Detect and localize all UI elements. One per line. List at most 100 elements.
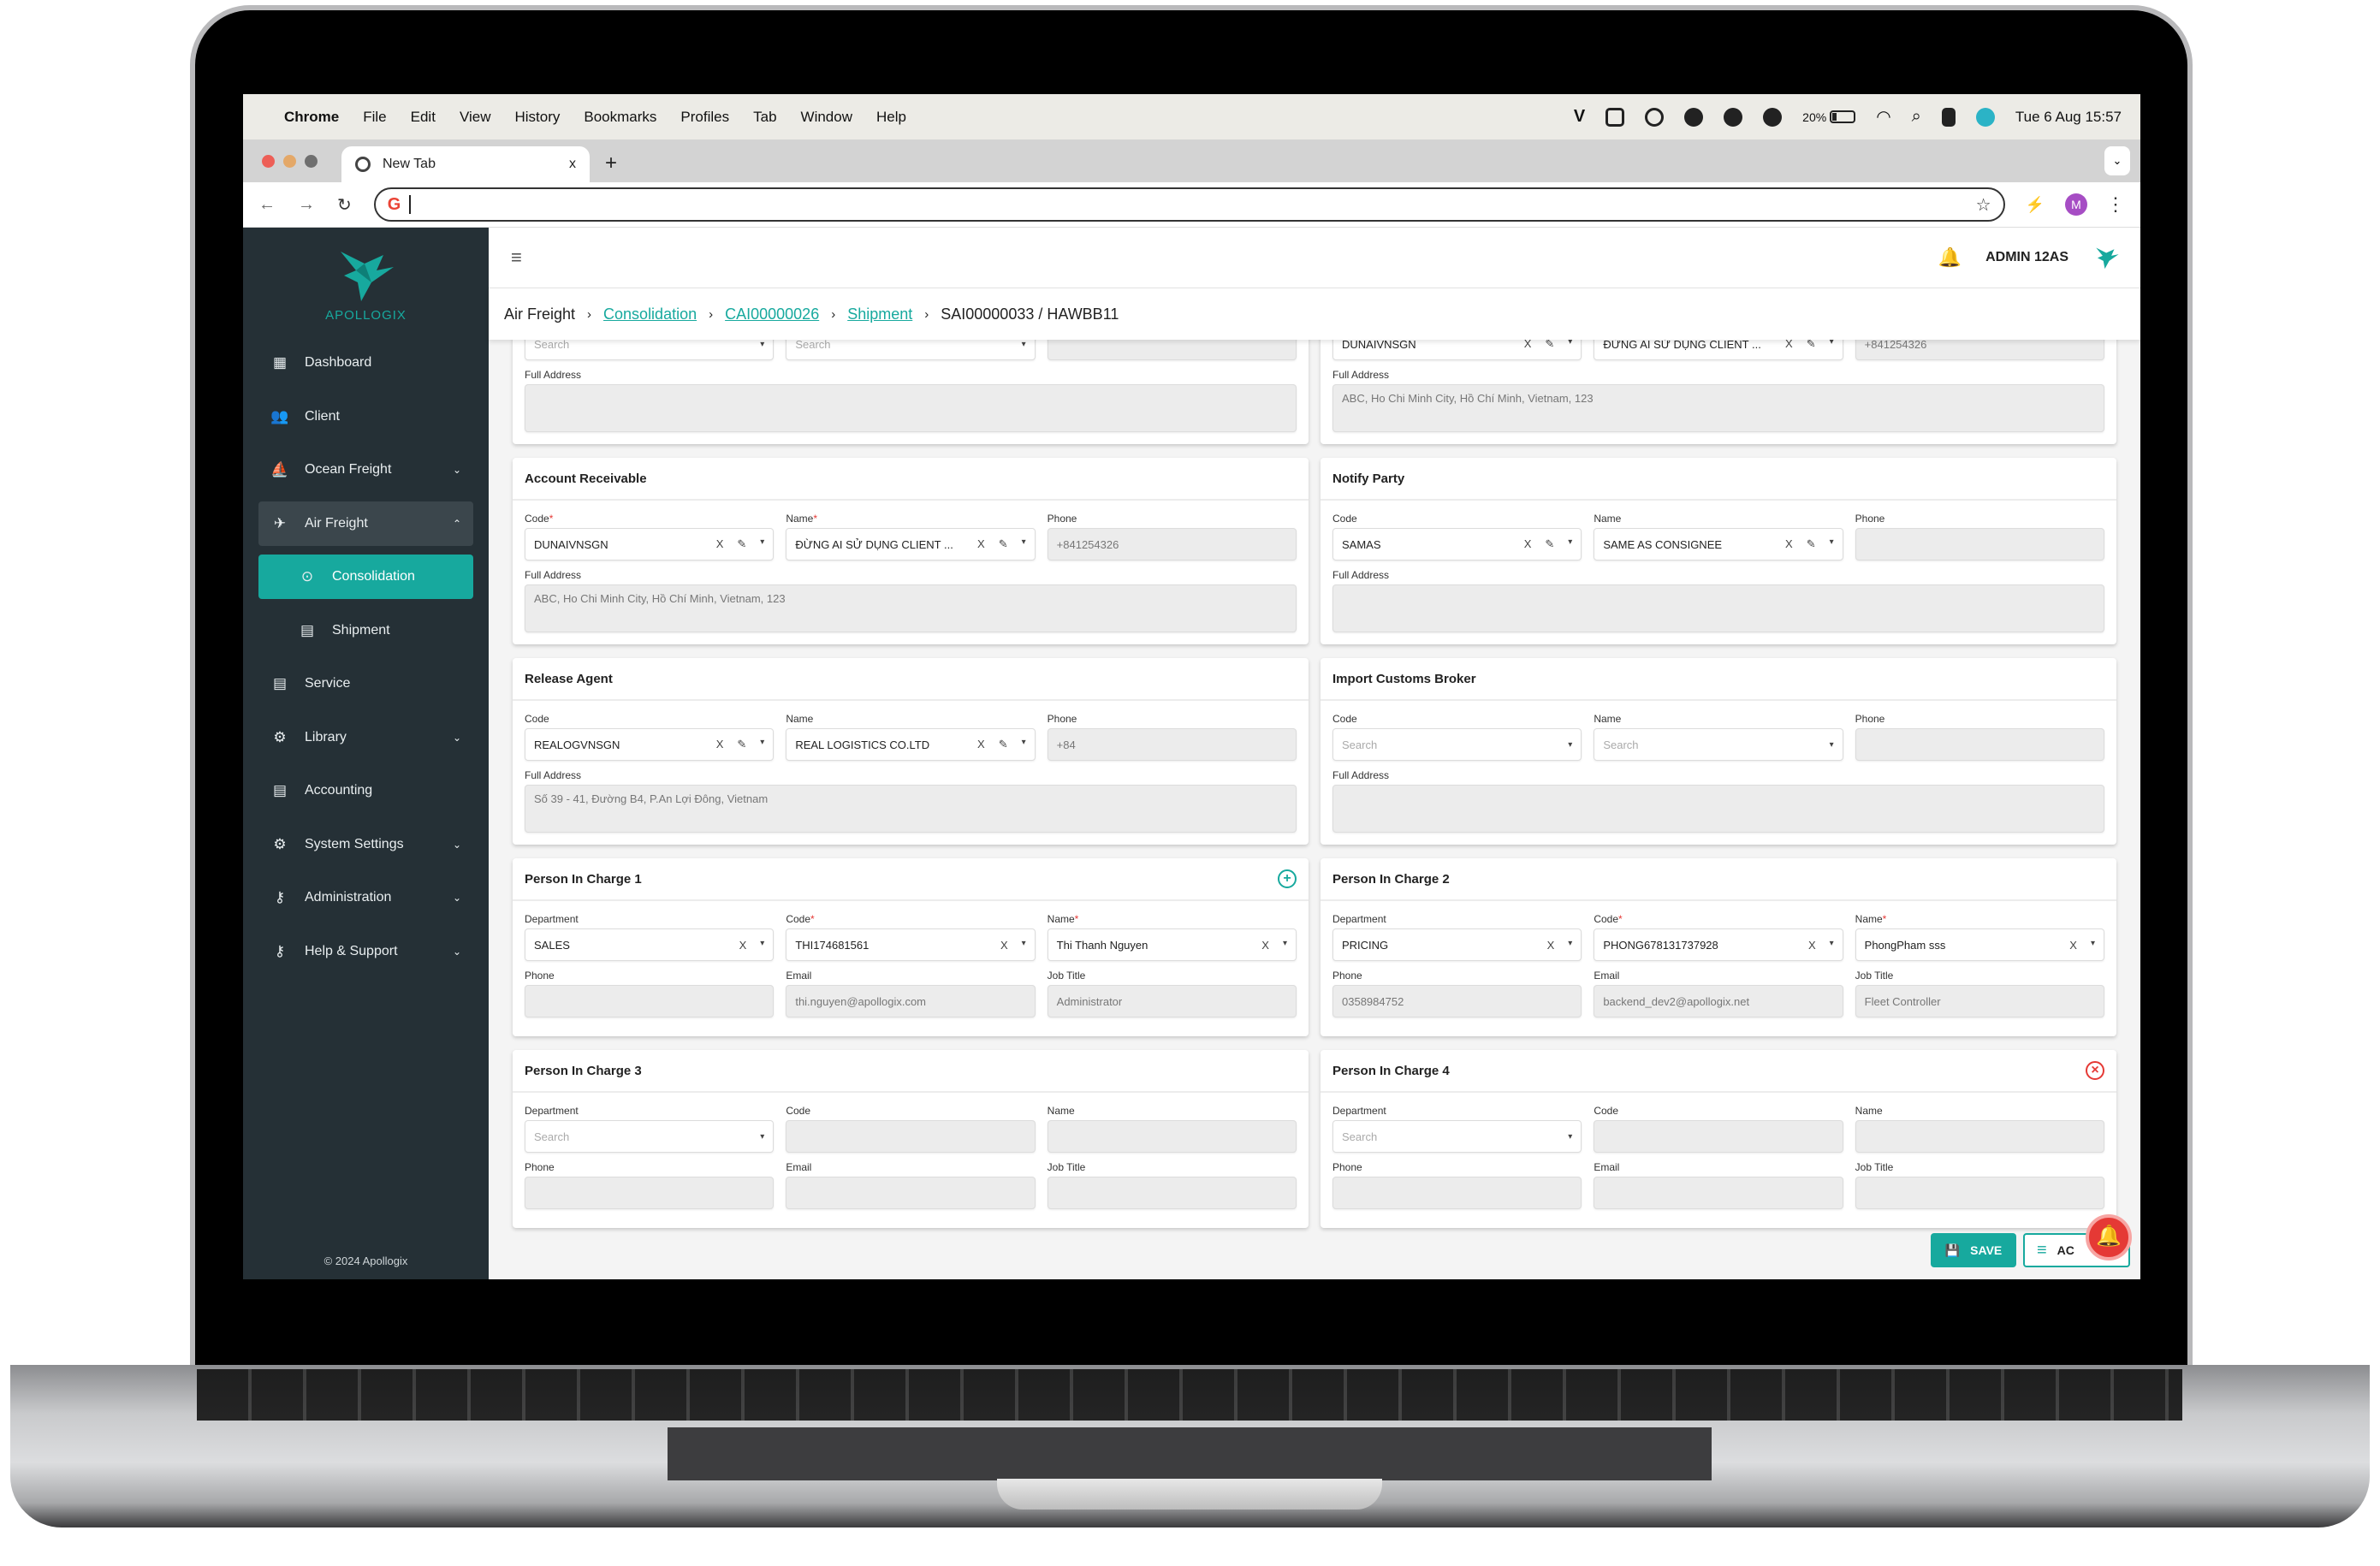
- clear-icon[interactable]: X: [1808, 939, 1816, 952]
- dropdown-icon[interactable]: ▾: [1022, 939, 1026, 952]
- add-circle-icon[interactable]: +: [1278, 869, 1297, 888]
- extension-icon[interactable]: ⚡: [2026, 196, 2045, 214]
- edit-pencil-icon[interactable]: ✎: [1807, 340, 1816, 351]
- email-field[interactable]: backend_dev2@apollogix.net: [1594, 985, 1843, 1017]
- remove-circle-icon[interactable]: ×: [2086, 1061, 2104, 1080]
- clear-icon[interactable]: X: [1785, 537, 1793, 551]
- menu-chrome[interactable]: Chrome: [284, 109, 339, 126]
- control-center-icon[interactable]: [1941, 107, 1956, 127]
- zoom-window-button[interactable]: [305, 154, 318, 168]
- email-field[interactable]: thi.nguyen@apollogix.com: [786, 985, 1036, 1017]
- sidebar-item-air-freight[interactable]: ✈ Air Freight ⌃: [258, 501, 473, 546]
- code-select[interactable]: Search ▾: [525, 340, 775, 360]
- code-select[interactable]: PHONG678131737928 X ▾: [1594, 928, 1843, 961]
- name-field[interactable]: [1047, 1120, 1297, 1153]
- save-button[interactable]: 💾 SAVE: [1931, 1233, 2016, 1267]
- phone-field[interactable]: [1855, 728, 2104, 761]
- sidebar-item-shipment[interactable]: ▤ Shipment: [258, 608, 473, 653]
- phone-field[interactable]: [1855, 528, 2104, 561]
- dropdown-icon[interactable]: ▾: [760, 738, 764, 751]
- email-field[interactable]: [1594, 1177, 1843, 1209]
- clear-icon[interactable]: X: [1524, 340, 1532, 351]
- reload-icon[interactable]: ↻: [337, 194, 352, 216]
- clear-icon[interactable]: X: [977, 537, 985, 551]
- edit-pencil-icon[interactable]: ✎: [999, 738, 1008, 751]
- teamviewer-icon[interactable]: [1605, 107, 1625, 127]
- sidebar-item-client[interactable]: 👥 Client: [258, 394, 473, 439]
- browser-menu-icon[interactable]: ⋮: [2106, 193, 2125, 216]
- edit-pencil-icon[interactable]: ✎: [999, 537, 1008, 551]
- phone-field[interactable]: [525, 1177, 775, 1209]
- edit-pencil-icon[interactable]: ✎: [737, 738, 746, 751]
- hamburger-menu-icon[interactable]: ≡: [511, 246, 522, 269]
- job-title-field[interactable]: Administrator: [1047, 985, 1297, 1017]
- dropdown-icon[interactable]: ▾: [1830, 340, 1834, 351]
- name-select[interactable]: ĐỪNG AI SỬ DỤNG CLIENT ... X ✎ ▾: [786, 528, 1036, 561]
- dropdown-icon[interactable]: ▾: [1568, 340, 1572, 351]
- viber-icon[interactable]: [1684, 107, 1704, 127]
- creative-cloud-icon[interactable]: [1645, 107, 1665, 127]
- close-window-button[interactable]: [262, 154, 275, 168]
- dropdown-icon[interactable]: ▾: [2091, 939, 2095, 952]
- clear-icon[interactable]: X: [1261, 939, 1269, 952]
- menu-window[interactable]: Window: [801, 109, 852, 126]
- full-address-field[interactable]: ABC, Ho Chi Minh City, Hồ Chí Minh, Viet…: [525, 584, 1297, 632]
- dropdown-icon[interactable]: ▾: [760, 1132, 764, 1142]
- edit-pencil-icon[interactable]: ✎: [1545, 340, 1554, 351]
- code-field[interactable]: [1594, 1120, 1843, 1153]
- clear-icon[interactable]: X: [1524, 537, 1532, 551]
- full-address-field[interactable]: [525, 384, 1297, 432]
- name-select[interactable]: SAME AS CONSIGNEE X ✎ ▾: [1594, 528, 1843, 561]
- dropdown-icon[interactable]: ▾: [1283, 939, 1287, 952]
- minimize-window-button[interactable]: [283, 154, 296, 168]
- vivaldi-v-icon[interactable]: V: [1574, 107, 1585, 127]
- phone-field[interactable]: [1047, 340, 1297, 360]
- notification-bell-icon[interactable]: 🔔: [1938, 246, 1962, 269]
- phone-field[interactable]: +841254326: [1855, 340, 2104, 360]
- code-select[interactable]: DUNAIVNSGN X ✎ ▾: [1332, 340, 1582, 360]
- name-select[interactable]: Thi Thanh Nguyen X ▾: [1047, 928, 1297, 961]
- grammarly-icon[interactable]: [1724, 107, 1743, 127]
- breadcrumb-link-shipment[interactable]: Shipment: [847, 305, 912, 323]
- dropdown-icon[interactable]: ▾: [1568, 740, 1572, 750]
- breadcrumb-link-consolidation-id[interactable]: CAI00000026: [725, 305, 819, 323]
- menu-tab[interactable]: Tab: [753, 109, 776, 126]
- department-select[interactable]: Search ▾: [1332, 1120, 1582, 1153]
- dropdown-icon[interactable]: ▾: [1568, 537, 1572, 551]
- clear-icon[interactable]: X: [1000, 939, 1008, 952]
- sidebar-item-library[interactable]: ⚙ Library ⌄: [258, 715, 473, 760]
- menu-history[interactable]: History: [514, 109, 560, 126]
- menu-help[interactable]: Help: [876, 109, 906, 126]
- name-select[interactable]: Search ▾: [1594, 728, 1843, 761]
- clear-icon[interactable]: X: [716, 738, 724, 751]
- menubar-datetime[interactable]: Tue 6 Aug 15:57: [2015, 109, 2122, 126]
- code-select[interactable]: SAMAS X ✎ ▾: [1332, 528, 1582, 561]
- user-avatar-logo-icon[interactable]: [2092, 242, 2122, 273]
- profile-avatar[interactable]: M: [2065, 193, 2087, 216]
- edit-pencil-icon[interactable]: ✎: [737, 537, 746, 551]
- notification-fab-bell-icon[interactable]: 🔔: [2086, 1214, 2132, 1261]
- edit-pencil-icon[interactable]: ✎: [1545, 537, 1554, 551]
- email-field[interactable]: [786, 1177, 1036, 1209]
- dropdown-icon[interactable]: ▾: [1022, 340, 1026, 349]
- dropdown-icon[interactable]: ▾: [1568, 1132, 1572, 1142]
- spotlight-search-icon[interactable]: ⌕: [1912, 107, 1921, 127]
- dropdown-icon[interactable]: ▾: [1022, 738, 1026, 751]
- clear-icon[interactable]: X: [716, 537, 724, 551]
- clear-icon[interactable]: X: [2069, 939, 2077, 952]
- menu-profiles[interactable]: Profiles: [680, 109, 729, 126]
- full-address-field[interactable]: Số 39 - 41, Đường B4, P.An Lợi Đông, Vie…: [525, 785, 1297, 833]
- tasks-check-icon[interactable]: [1763, 107, 1783, 127]
- phone-field[interactable]: [1332, 1177, 1582, 1209]
- dropdown-icon[interactable]: ▾: [1568, 939, 1572, 952]
- code-field[interactable]: [786, 1120, 1036, 1153]
- wifi-icon[interactable]: ◠: [1876, 106, 1890, 128]
- dropdown-icon[interactable]: ▾: [1022, 537, 1026, 551]
- dropdown-icon[interactable]: ▾: [1830, 939, 1834, 952]
- breadcrumb-link-consolidation[interactable]: Consolidation: [603, 305, 697, 323]
- code-select[interactable]: Search ▾: [1332, 728, 1582, 761]
- phone-field[interactable]: [525, 985, 775, 1017]
- department-select[interactable]: PRICING X ▾: [1332, 928, 1582, 961]
- sidebar-item-accounting[interactable]: ▤ Accounting: [258, 768, 473, 813]
- menu-view[interactable]: View: [460, 109, 491, 126]
